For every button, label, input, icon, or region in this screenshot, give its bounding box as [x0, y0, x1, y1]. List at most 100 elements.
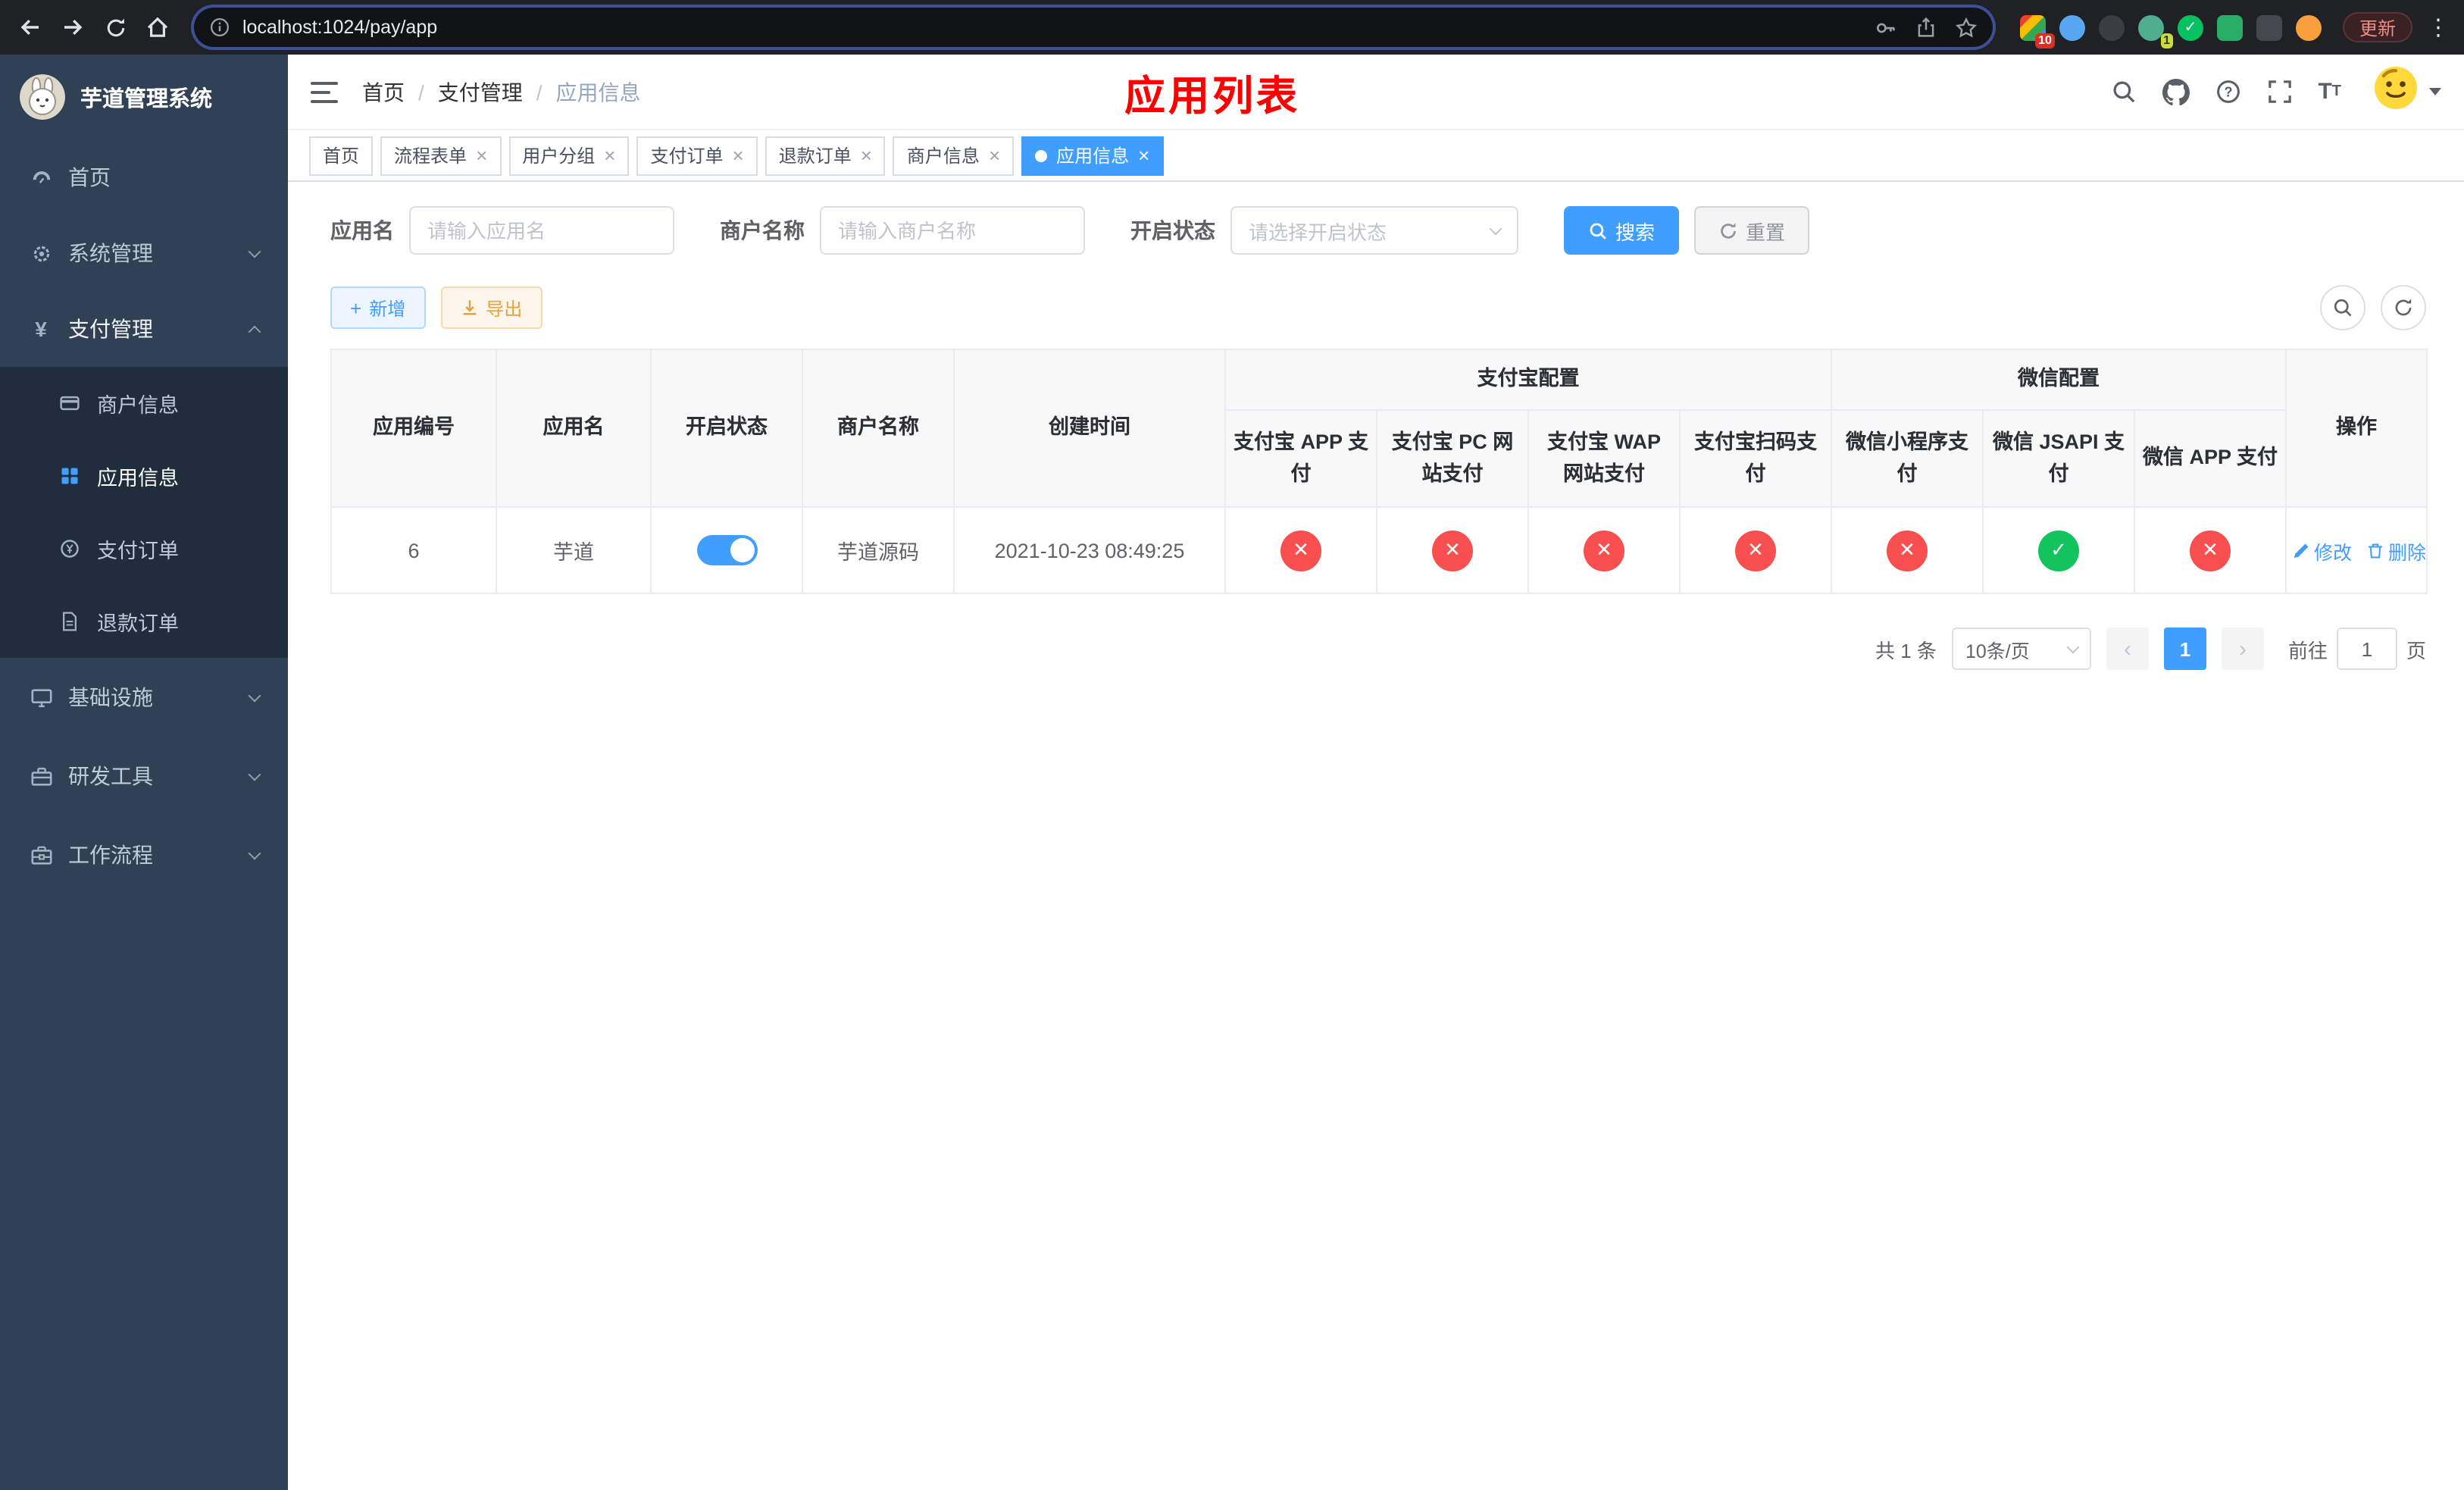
sidebar-toggle-icon[interactable]: [311, 81, 338, 102]
hide-search-button[interactable]: [2320, 285, 2366, 330]
extension-icon[interactable]: [2216, 14, 2243, 40]
table-toolbar: + 新增 导出: [330, 285, 2426, 330]
bookmark-star-icon[interactable]: [1955, 16, 1978, 39]
close-icon[interactable]: ×: [604, 146, 615, 165]
font-size-icon[interactable]: TT: [2318, 80, 2341, 103]
close-icon[interactable]: ×: [476, 146, 487, 165]
plus-icon: +: [350, 296, 362, 319]
status-toggle[interactable]: [696, 535, 757, 565]
extension-icon[interactable]: [2256, 14, 2282, 40]
col-header-wechat-jsapi: 微信 JSAPI 支付: [1982, 409, 2135, 508]
app-name-input[interactable]: [409, 206, 674, 255]
tab-merchant-info[interactable]: 商户信息 ×: [893, 136, 1015, 175]
extension-badge: 1: [2160, 33, 2173, 48]
chevron-down-icon: [248, 846, 261, 859]
extension-icon[interactable]: [2059, 14, 2085, 40]
extension-icon[interactable]: 1: [2137, 14, 2173, 48]
status-select[interactable]: 请选择开启状态: [1230, 206, 1518, 255]
next-page-button[interactable]: ›: [2221, 628, 2264, 670]
prev-page-button[interactable]: ‹: [2106, 628, 2149, 670]
col-header-id: 应用编号: [330, 349, 497, 508]
sidebar-item-dev-tools[interactable]: 研发工具: [0, 737, 288, 815]
close-icon[interactable]: ×: [1138, 146, 1149, 165]
sidebar: 芋道管理系统 首页 系统管理 ¥ 支付管理 商户信息 应用信息 支付订单 退款订…: [0, 55, 288, 1490]
site-info-icon[interactable]: [209, 17, 230, 38]
browser-home-icon[interactable]: [139, 9, 176, 45]
close-icon[interactable]: ×: [861, 146, 872, 165]
sidebar-item-system[interactable]: 系统管理: [0, 215, 288, 291]
col-header-name: 应用名: [496, 349, 652, 508]
monitor-icon: [29, 686, 53, 709]
browser-menu-icon[interactable]: ⋮: [2425, 14, 2452, 41]
add-button[interactable]: + 新增: [330, 286, 426, 329]
chevron-down-icon: [2429, 88, 2441, 95]
tab-user-group[interactable]: 用户分组 ×: [508, 136, 630, 175]
search-icon[interactable]: [2110, 79, 2136, 105]
app-title: 芋道管理系统: [80, 87, 212, 111]
top-navbar: 首页 / 支付管理 / 应用信息 应用列表 ? T T: [288, 55, 2464, 130]
sidebar-item-merchant-info[interactable]: 商户信息: [0, 367, 288, 440]
extension-icon[interactable]: 10: [2019, 14, 2055, 48]
breadcrumb-home[interactable]: 首页: [362, 77, 405, 107]
app-table: 应用编号 应用名 开启状态 商户名称 创建时间 支付宝配置 微信配置 操作 支付…: [330, 349, 2428, 594]
table-row: 6 芋道 芋道源码 2021-10-23 08:49:25 ✕ ✕ ✕ ✕ ✕: [330, 506, 2428, 594]
search-button[interactable]: 搜索: [1564, 206, 1680, 255]
wechat-app-status-icon: ✕: [2190, 530, 2231, 571]
sidebar-item-refund-order[interactable]: 退款订单: [0, 585, 288, 658]
col-header-status: 开启状态: [650, 349, 803, 508]
tab-refund-order[interactable]: 退款订单 ×: [765, 136, 886, 175]
close-icon[interactable]: ×: [989, 146, 1000, 165]
user-menu[interactable]: [2373, 65, 2441, 118]
coin-icon: [58, 538, 82, 559]
export-button[interactable]: 导出: [440, 286, 543, 329]
sidebar-item-payment[interactable]: ¥ 支付管理: [0, 291, 288, 367]
share-icon[interactable]: [1915, 17, 1937, 38]
extension-icon[interactable]: [2098, 14, 2125, 40]
app-logo[interactable]: 芋道管理系统: [0, 55, 288, 139]
briefcase-icon: [29, 844, 53, 866]
refresh-table-button[interactable]: [2381, 285, 2426, 330]
merchant-name-input[interactable]: [820, 206, 1085, 255]
credit-card-icon: [58, 393, 82, 414]
goto-page-input[interactable]: [2336, 628, 2397, 670]
extension-icon[interactable]: [2295, 14, 2322, 40]
password-key-icon[interactable]: [1875, 16, 1897, 39]
page-content: 应用名 商户名称 开启状态 请选择开启状态: [288, 182, 2464, 1490]
sidebar-item-payment-order[interactable]: 支付订单: [0, 512, 288, 585]
tab-payment-order[interactable]: 支付订单 ×: [636, 136, 758, 175]
col-header-actions: 操作: [2285, 349, 2428, 508]
sidebar-item-label: 系统管理: [68, 241, 153, 265]
sidebar-item-infrastructure[interactable]: 基础设施: [0, 658, 288, 737]
alipay-app-status-icon: ✕: [1280, 530, 1321, 571]
fullscreen-icon[interactable]: [2266, 79, 2292, 105]
browser-update-button[interactable]: 更新: [2342, 12, 2412, 42]
breadcrumb-payment[interactable]: 支付管理: [438, 77, 523, 107]
url-text[interactable]: localhost:1024/pay/app: [242, 17, 1862, 38]
tab-process-form[interactable]: 流程表单 ×: [380, 136, 502, 175]
sidebar-item-home[interactable]: 首页: [0, 139, 288, 215]
cell-app-id: 6: [330, 506, 497, 594]
close-icon[interactable]: ×: [733, 146, 744, 165]
browser-back-icon[interactable]: [12, 9, 48, 45]
reset-button[interactable]: 重置: [1694, 206, 1810, 255]
address-bar[interactable]: localhost:1024/pay/app: [194, 8, 1993, 47]
help-icon[interactable]: ?: [2215, 79, 2240, 105]
sidebar-item-app-info[interactable]: 应用信息: [0, 440, 288, 512]
github-icon[interactable]: [2162, 78, 2190, 105]
browser-forward-icon[interactable]: [55, 9, 91, 45]
page-size-select[interactable]: 10条/页: [1951, 628, 2091, 670]
delete-button[interactable]: 删除: [2367, 536, 2426, 565]
page-number-button[interactable]: 1: [2163, 628, 2206, 670]
sidebar-item-label: 研发工具: [68, 764, 153, 788]
edit-button[interactable]: 修改: [2293, 536, 2352, 565]
tab-home[interactable]: 首页: [309, 136, 374, 175]
tab-app-info[interactable]: 应用信息 ×: [1021, 136, 1164, 175]
extension-icon[interactable]: ✓: [2177, 14, 2203, 40]
browser-refresh-icon[interactable]: [97, 9, 133, 45]
browser-extensions: 10 1 ✓: [2011, 14, 2331, 48]
gear-icon: [29, 242, 53, 265]
active-dot: [1035, 149, 1048, 161]
sidebar-item-workflow[interactable]: 工作流程: [0, 815, 288, 894]
search-form: 应用名 商户名称 开启状态 请选择开启状态: [330, 206, 2422, 255]
alipay-wap-status-icon: ✕: [1584, 530, 1624, 571]
